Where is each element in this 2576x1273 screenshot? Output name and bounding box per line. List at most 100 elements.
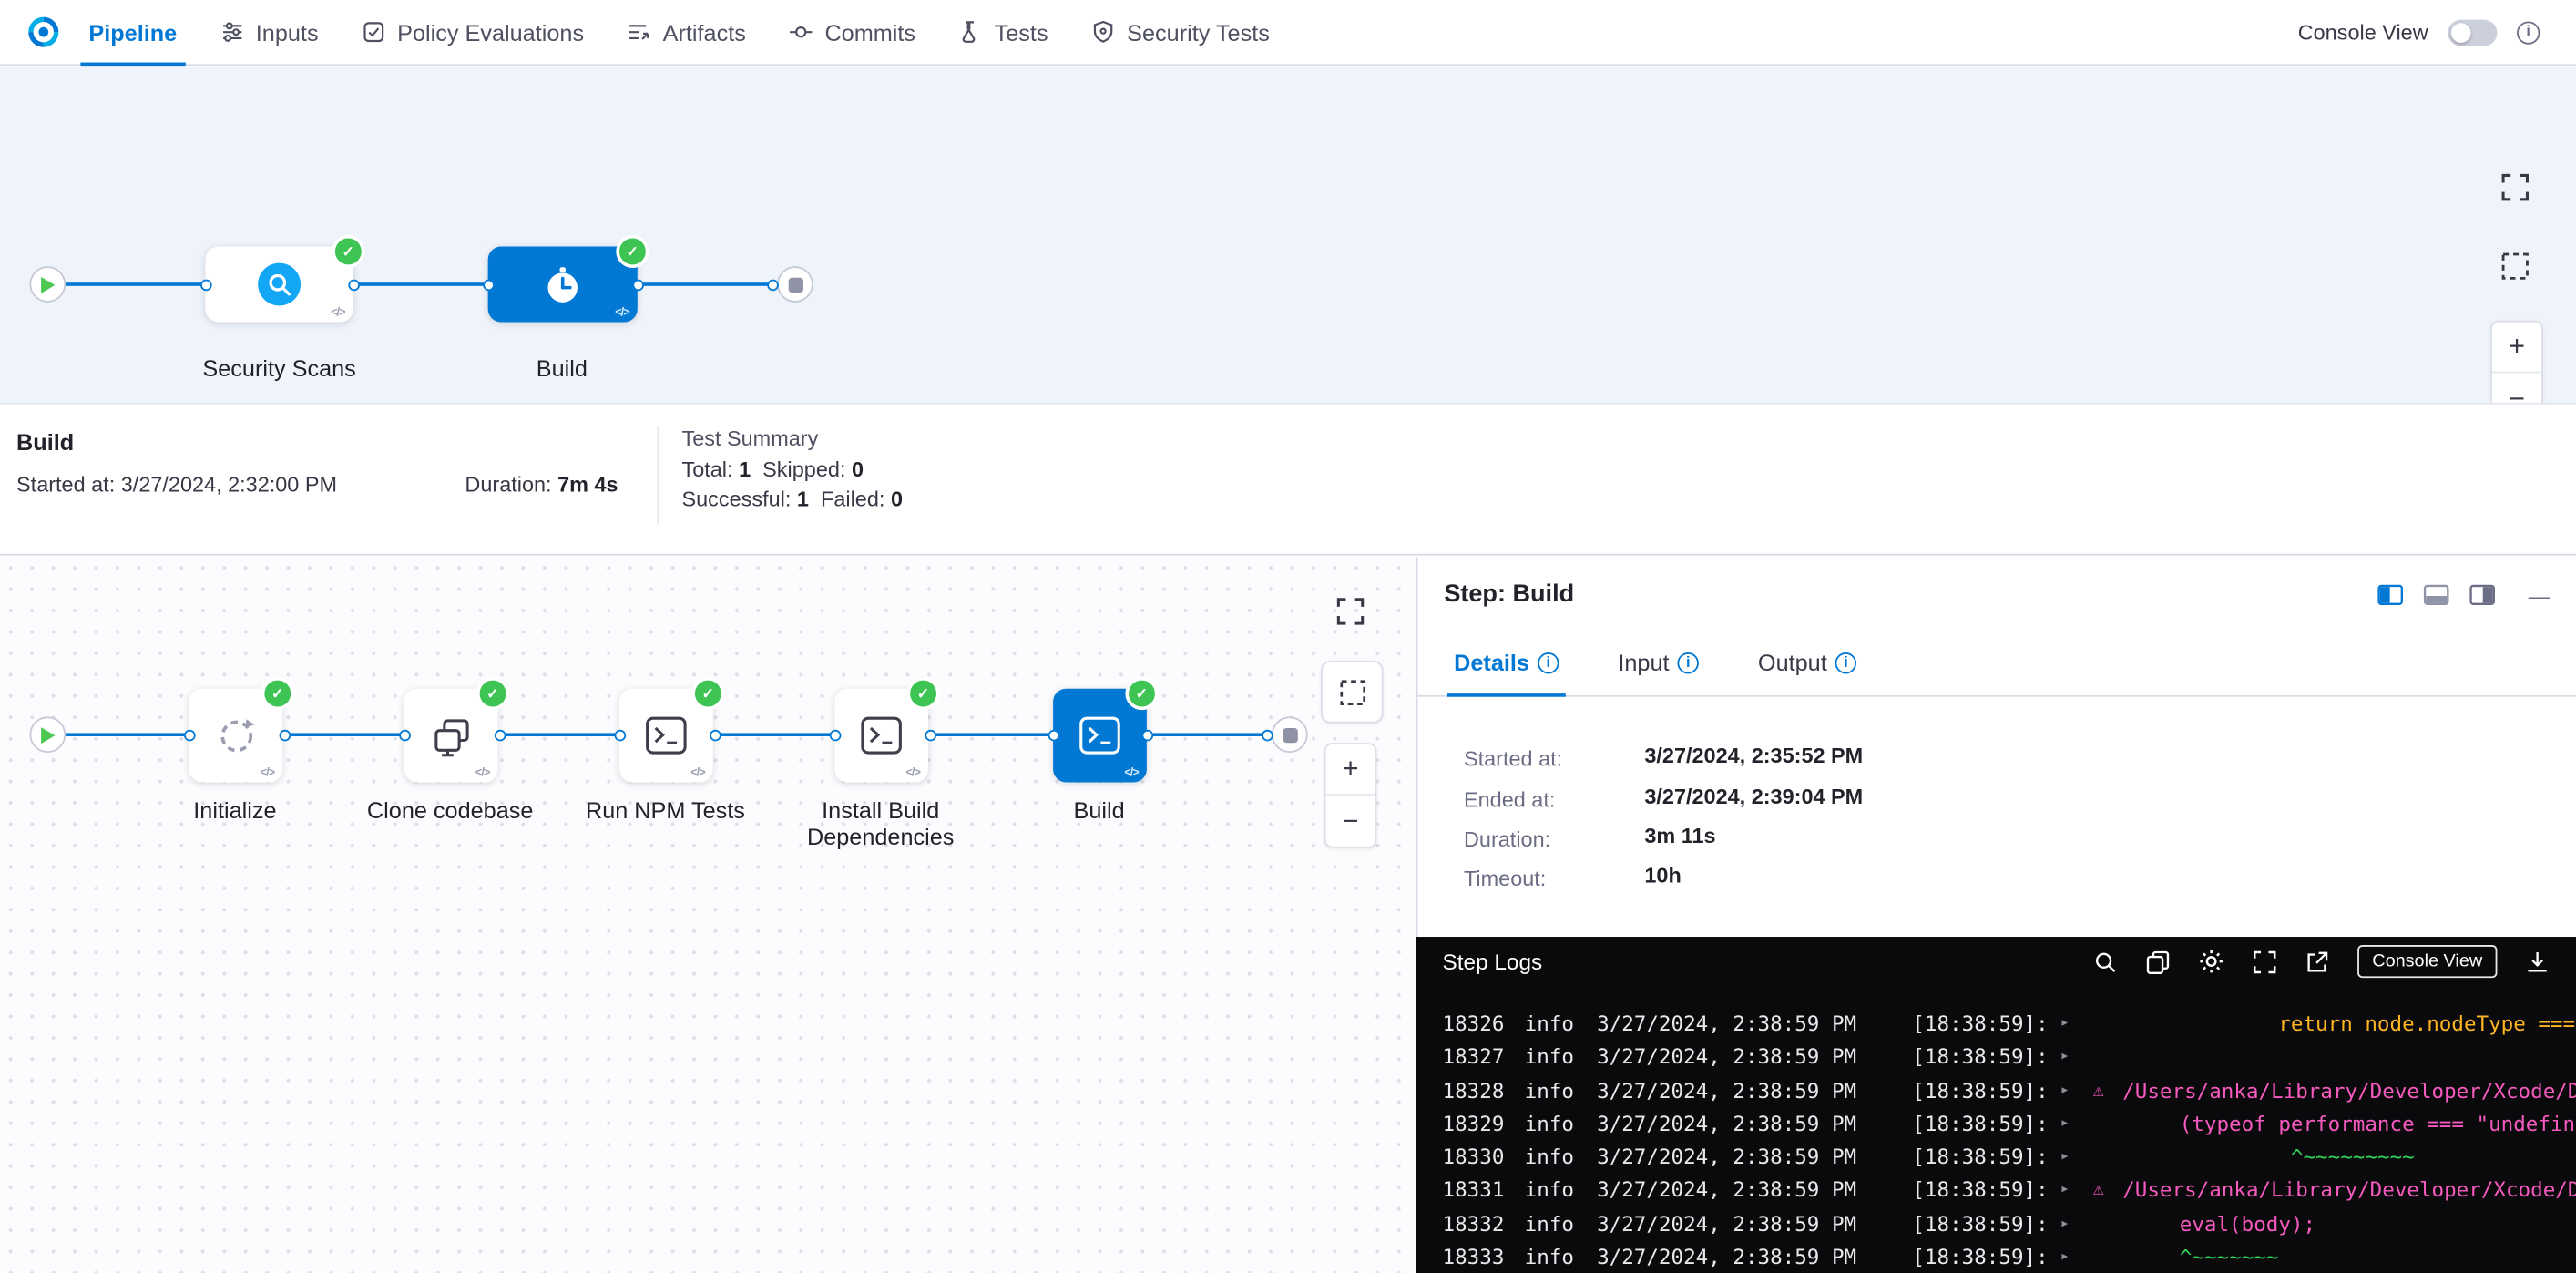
log-level: info [1525,1241,1597,1273]
code-glyph-icon: </> [1124,767,1139,779]
tab-inputs[interactable]: Inputs [199,0,340,64]
successful-label: Successful: [681,487,791,511]
console-view-button[interactable]: Console View [2357,945,2497,978]
tab-output[interactable]: Output i [1758,640,1856,695]
tab-pipeline-label: Pipeline [88,19,177,46]
failed-value: 0 [891,487,903,511]
search-icon[interactable] [2093,950,2118,974]
detail-value-timeout: 10h [1644,863,1681,888]
tab-artifacts[interactable]: Artifacts [606,0,768,64]
layout-split-left-icon[interactable] [2377,581,2404,608]
top-navbar: Pipeline Inputs [0,0,2576,66]
tab-policy-evaluations[interactable]: Policy Evaluations [340,0,606,64]
tab-pipeline[interactable]: Pipeline [67,0,199,64]
output-info-icon[interactable]: i [1835,652,1856,672]
zoom-in-button[interactable]: + [1325,744,1375,796]
log-level: info [1525,1141,1597,1175]
info-icon[interactable]: i [2517,21,2540,44]
expand-arrow-icon[interactable]: ▸ [2060,1207,2093,1241]
skipped-value: 0 [852,457,864,481]
successful-value: 1 [797,487,809,511]
expand-arrow-icon[interactable]: ▸ [2060,1074,2093,1108]
edge-dot [925,729,936,741]
success-badge-icon: ✓ [1125,677,1158,710]
tab-input[interactable]: Input i [1618,640,1699,695]
step-logs-console: Step Logs [1416,937,2576,1273]
step-edge [499,733,619,736]
download-icon[interactable] [2525,950,2550,974]
step-node-clone-codebase[interactable]: ✓ </> [404,689,498,783]
stage-label-security-scans: Security Scans [180,355,377,382]
warning-icon: ⚠ [2093,1175,2122,1208]
stage-graph-canvas[interactable]: ✓ </> Security Scans ✓ </> Build [0,67,2576,403]
code-glyph-icon: </> [615,307,629,319]
log-date: 3/27/2024, 2:38:59 PM [1597,1074,1912,1108]
total-label: Total: [681,457,732,481]
edge-dot [398,729,410,741]
edge-dot [614,729,626,741]
expand-arrow-icon[interactable]: ▸ [2060,1141,2093,1175]
log-time: [18:38:59]: [1912,1107,2060,1141]
success-badge-icon: ✓ [261,677,294,710]
tab-security-tests[interactable]: Security Tests [1069,0,1291,64]
edge-dot [631,279,643,291]
shield-icon [1090,20,1115,45]
marquee-select-button[interactable] [1321,661,1384,724]
tab-details[interactable]: Details i [1454,640,1559,695]
log-time: [18:38:59]: [1912,1074,2060,1108]
expand-arrow-icon[interactable]: ▸ [2060,1241,2093,1273]
open-external-icon[interactable] [2305,950,2329,974]
layout-split-bottom-icon[interactable] [2423,581,2449,608]
input-info-icon[interactable]: i [1678,652,1699,672]
skipped-label: Skipped: [762,457,845,481]
log-date: 3/27/2024, 2:38:59 PM [1597,1008,1912,1042]
zoom-out-button[interactable]: − [1325,796,1375,847]
settings-gear-icon[interactable] [2198,949,2224,975]
total-value: 1 [739,457,751,481]
console-view-toggle[interactable] [2448,19,2497,46]
step-node-install-build-dependencies[interactable]: ✓ </> [834,689,928,783]
copy-icon[interactable] [2145,950,2170,974]
log-line-number: 18332 [1443,1207,1525,1241]
detail-label-ended: Ended at: [1464,787,1555,812]
duration-text: Duration: 7m 4s [465,472,618,497]
tab-output-label: Output [1758,649,1827,675]
execution-start-node [29,716,66,753]
edge-dot [1141,729,1153,741]
marquee-select-icon[interactable] [2500,252,2530,281]
stage-summary-title: Build [16,429,74,456]
zoom-out-button[interactable]: − [2492,373,2541,402]
step-node-initialize[interactable]: ✓ </> [189,689,282,783]
stage-node-security-scans[interactable]: ✓ </> [205,247,353,323]
success-badge-icon: ✓ [616,235,649,268]
log-line: 18330 info 3/27/2024, 2:38:59 PM [18:38:… [1443,1141,2576,1175]
fullscreen-icon[interactable] [1335,597,1365,626]
fullscreen-icon[interactable] [2500,172,2530,201]
expand-arrow-icon[interactable]: ▸ [2060,1175,2093,1208]
expand-arrow-icon[interactable]: ▸ [2060,1008,2093,1042]
step-node-run-npm-tests[interactable]: ✓ </> [619,689,713,783]
execution-end-node [1272,716,1308,753]
step-node-build[interactable]: ✓ </> [1053,689,1147,783]
app-root: Pipeline Inputs [0,0,2576,1273]
fullscreen-icon[interactable] [2253,950,2277,974]
log-time: [18:38:59]: [1912,1008,2060,1042]
stage-node-build[interactable]: ✓ </> [488,247,638,323]
step-panel-title: Step: Build [1444,580,1574,609]
code-glyph-icon: </> [905,767,920,779]
tab-commits[interactable]: Commits [767,0,936,64]
step-graph-canvas[interactable]: ✓ </> Initialize ✓ </> Clone codebase [0,557,1416,1273]
expand-arrow-icon[interactable]: ▸ [2060,1107,2093,1141]
expand-arrow-icon[interactable]: ▸ [2060,1041,2093,1074]
zoom-in-button[interactable]: + [2492,322,2541,373]
collapse-panel-icon[interactable]: — [2529,584,2550,605]
layout-split-right-icon[interactable] [2469,581,2496,608]
code-glyph-icon: </> [331,307,345,319]
success-badge-icon: ✓ [691,677,724,710]
failed-label: Failed: [821,487,884,511]
terminal-icon [644,715,689,756]
tab-tests[interactable]: Tests [937,0,1070,64]
test-summary-row-2: Successful: 1 Failed: 0 [681,487,903,511]
success-badge-icon: ✓ [332,235,364,268]
details-info-icon[interactable]: i [1538,652,1559,672]
